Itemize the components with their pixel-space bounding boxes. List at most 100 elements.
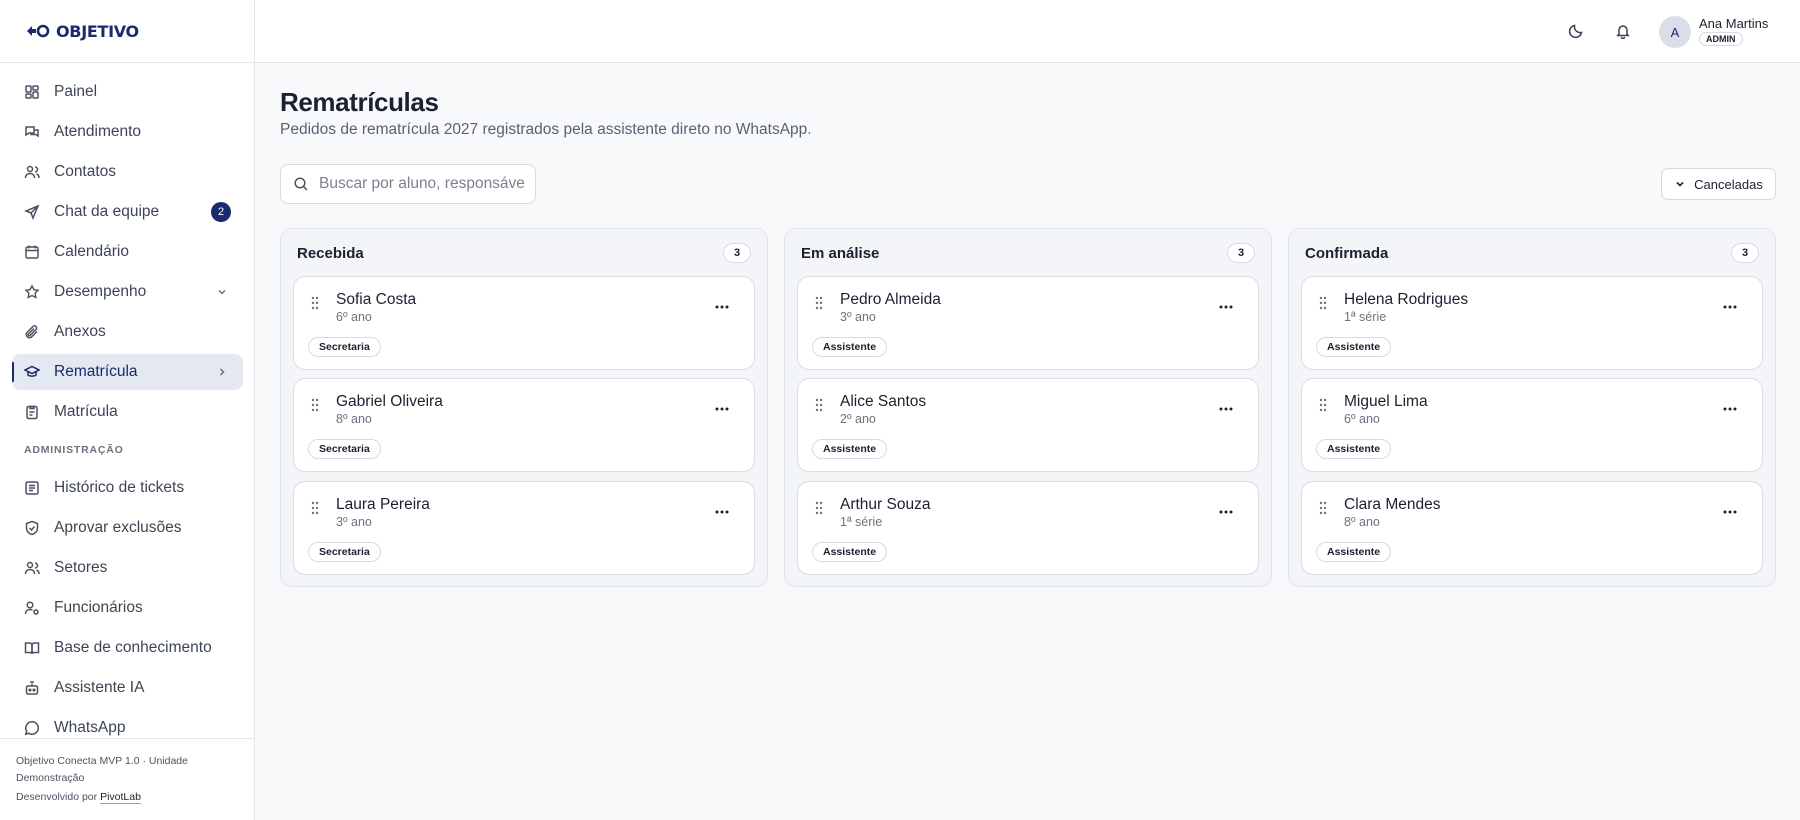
more-options-icon[interactable] [1720, 299, 1740, 315]
sidebar-item-label: Aprovar exclusões [54, 519, 182, 536]
moon-icon[interactable] [1565, 20, 1587, 42]
chevron-down-icon[interactable] [215, 285, 229, 299]
credit-prefix: Desenvolvido por [16, 791, 98, 803]
student-name: Helena Rodrigues [1344, 291, 1469, 308]
drag-handle-icon[interactable] [814, 500, 824, 516]
book-icon [24, 640, 40, 656]
kanban-column-confirmada: Confirmada 3 Helena Rodrigues 1ª série A… [1288, 228, 1776, 587]
drag-handle-icon[interactable] [1318, 500, 1328, 516]
sidebar-item-label: Anexos [54, 323, 106, 340]
sidebar-item-anexos[interactable]: Anexos [12, 314, 243, 350]
bot-icon [24, 680, 40, 696]
sidebar-item-setores[interactable]: Setores [12, 550, 243, 586]
source-tag: Secretaria [308, 337, 381, 357]
source-tag: Secretaria [308, 542, 381, 562]
enrollment-card[interactable]: Arthur Souza 1ª série Assistente [797, 481, 1259, 575]
enrollment-card[interactable]: Alice Santos 2º ano Assistente [797, 378, 1259, 472]
more-options-icon[interactable] [1216, 401, 1236, 417]
user-cog-icon [24, 600, 40, 616]
drag-handle-icon[interactable] [310, 397, 320, 413]
student-grade: 2º ano [840, 412, 876, 426]
sidebar: OBJETIVO Painel Atendimento Contatos Cha… [0, 0, 255, 820]
sidebar-item-historico-de-tickets[interactable]: Histórico de tickets [12, 470, 243, 506]
drag-handle-icon[interactable] [310, 295, 320, 311]
enrollment-card[interactable]: Sofia Costa 6º ano Secretaria [293, 276, 755, 370]
more-options-icon[interactable] [712, 401, 732, 417]
sidebar-item-rematricula[interactable]: Rematrícula [12, 354, 243, 390]
enrollment-card[interactable]: Gabriel Oliveira 8º ano Secretaria [293, 378, 755, 472]
sidebar-item-aprovar-exclusoes[interactable]: Aprovar exclusões [12, 510, 243, 546]
sidebar-item-chat-da-equipe[interactable]: Chat da equipe 2 [12, 194, 243, 230]
source-tag: Assistente [1316, 542, 1392, 562]
source-tag: Secretaria [308, 439, 381, 459]
sidebar-item-calendario[interactable]: Calendário [12, 234, 243, 270]
source-tag: Assistente [1316, 439, 1392, 459]
enrollment-card[interactable]: Pedro Almeida 3º ano Assistente [797, 276, 1259, 370]
whatsapp-icon [24, 720, 40, 736]
credit-line: Desenvolvido por PivotLab [16, 789, 238, 806]
drag-handle-icon[interactable] [310, 500, 320, 516]
send-icon [24, 204, 40, 220]
shield-check-icon [24, 520, 40, 536]
drag-handle-icon[interactable] [814, 295, 824, 311]
unread-badge: 2 [211, 202, 231, 222]
sidebar-item-label: Matrícula [54, 403, 118, 420]
kanban-column-em-analise: Em análise 3 Pedro Almeida 3º ano Assist… [784, 228, 1272, 587]
chevron-right-icon [215, 365, 229, 379]
more-options-icon[interactable] [1720, 401, 1740, 417]
student-name: Gabriel Oliveira [336, 393, 443, 410]
sidebar-item-label: Calendário [54, 243, 129, 260]
sidebar-item-atendimento[interactable]: Atendimento [12, 114, 243, 150]
more-options-icon[interactable] [1720, 504, 1740, 520]
drag-handle-icon[interactable] [814, 397, 824, 413]
sidebar-item-label: Assistente IA [54, 679, 145, 696]
sidebar-item-label: Funcionários [54, 599, 143, 616]
clipboard-icon [24, 404, 40, 420]
sidebar-item-matricula[interactable]: Matrícula [12, 394, 243, 430]
more-options-icon[interactable] [1216, 299, 1236, 315]
enrollment-card[interactable]: Clara Mendes 8º ano Assistente [1301, 481, 1763, 575]
sidebar-item-label: Painel [54, 83, 98, 100]
sidebar-item-base-de-conhecimento[interactable]: Base de conhecimento [12, 630, 243, 666]
student-name: Clara Mendes [1344, 496, 1441, 513]
enrollment-card[interactable]: Laura Pereira 3º ano Secretaria [293, 481, 755, 575]
search-input[interactable] [319, 175, 525, 193]
bell-icon[interactable] [1612, 20, 1634, 42]
paperclip-icon [24, 324, 40, 340]
enrollment-card[interactable]: Miguel Lima 6º ano Assistente [1301, 378, 1763, 472]
more-options-icon[interactable] [712, 504, 732, 520]
graduation-cap-icon [24, 364, 40, 380]
sidebar-item-assistente-ia[interactable]: Assistente IA [12, 670, 243, 706]
version-text: Objetivo Conecta MVP 1.0 · Unidade Demon… [16, 755, 188, 784]
source-tag: Assistente [812, 439, 888, 459]
canceladas-filter-button[interactable]: Canceladas [1661, 168, 1776, 200]
enrollment-card[interactable]: Helena Rodrigues 1ª série Assistente [1301, 276, 1763, 370]
student-name: Arthur Souza [840, 496, 931, 513]
sidebar-footer: Objetivo Conecta MVP 1.0 · Unidade Demon… [0, 738, 254, 820]
student-grade: 6º ano [336, 310, 372, 324]
sidebar-item-painel[interactable]: Painel [12, 74, 243, 110]
sidebar-item-funcionarios[interactable]: Funcionários [12, 590, 243, 626]
student-grade: 1ª série [1344, 310, 1387, 324]
sidebar-item-contatos[interactable]: Contatos [12, 154, 243, 190]
pivotlab-link[interactable]: PivotLab [100, 791, 141, 804]
ticket-icon [24, 480, 40, 496]
calendar-icon [24, 244, 40, 260]
column-title: Confirmada [1305, 244, 1389, 262]
sidebar-item-desempenho[interactable]: Desempenho [12, 274, 243, 310]
student-name: Sofia Costa [336, 291, 417, 308]
sidebar-item-label: Contatos [54, 163, 117, 180]
sidebar-item-label: Desempenho [54, 283, 147, 300]
sidebar-item-whatsapp[interactable]: WhatsApp [12, 710, 243, 737]
student-grade: 3º ano [840, 310, 876, 324]
drag-handle-icon[interactable] [1318, 295, 1328, 311]
student-grade: 1ª série [840, 515, 883, 529]
search-box [280, 164, 536, 204]
brand-logo[interactable]: OBJETIVO [0, 0, 254, 63]
avatar[interactable]: A [1659, 16, 1691, 48]
student-grade: 3º ano [336, 515, 372, 529]
more-options-icon[interactable] [712, 299, 732, 315]
column-title: Recebida [297, 244, 364, 262]
drag-handle-icon[interactable] [1318, 397, 1328, 413]
more-options-icon[interactable] [1216, 504, 1236, 520]
